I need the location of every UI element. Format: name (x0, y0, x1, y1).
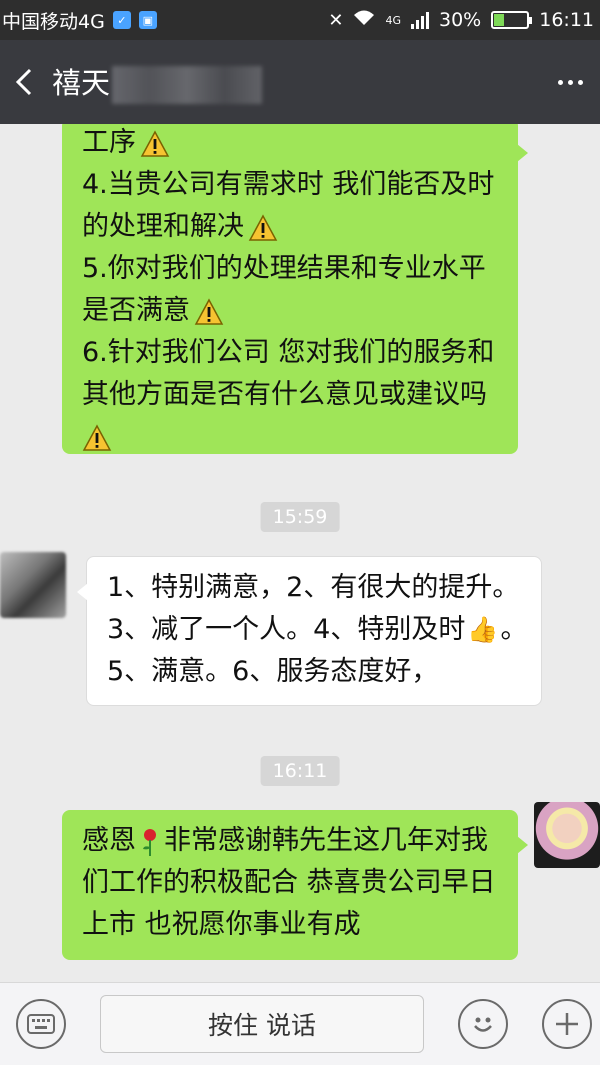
thumbs-up-icon: 👍 (467, 615, 499, 644)
shield-icon: ✓ (112, 11, 131, 29)
message-line: 5.你对我们的处理结果和专业水平 (82, 253, 486, 284)
message-line: 上市 也祝愿你事业有成 (82, 909, 361, 940)
message-line: 1、特别满意，2、有很大的提升。 (107, 572, 520, 603)
chat-title: 禧天 (52, 60, 263, 104)
wifi-icon (353, 9, 375, 32)
message-line: 5、满意。6、服务态度好， (107, 656, 439, 687)
message-line: 其他方面是否有什么意见或建议吗 (82, 379, 487, 410)
mute-icon: ✕ (328, 9, 344, 31)
hold-to-talk-button[interactable]: 按住 说话 (100, 995, 424, 1053)
message-bubble-outgoing[interactable]: 感恩 非常感谢韩先生这几年对我 们工作的积极配合 恭喜贵公司早日 上市 也祝愿你事… (62, 810, 528, 960)
back-arrow-icon[interactable] (4, 40, 44, 124)
message-line (82, 416, 498, 458)
message-line: 感恩 非常感谢韩先生这几年对我 (82, 825, 488, 856)
title-redaction (112, 66, 263, 104)
message-bubble-incoming[interactable]: 1、特别满意，2、有很大的提升。 3、减了一个人。4、特别及时👍。 5、满意。6… (77, 556, 542, 706)
warning-icon (194, 297, 224, 325)
network-label: 4G (385, 13, 401, 27)
message-line: 是否满意 (82, 290, 498, 332)
clock: 16:11 (539, 9, 594, 31)
battery-icon (491, 11, 533, 29)
contact-avatar[interactable] (0, 552, 66, 618)
emoji-icon[interactable] (458, 999, 508, 1049)
more-dots-icon[interactable] (540, 40, 600, 124)
battery-percent: 30% (439, 9, 482, 31)
user-avatar[interactable] (534, 802, 600, 868)
chat-area[interactable]: 工序 4.当贵公司有需求时 我们能否及时 的处理和解决 5.你对我们的处理结果和… (0, 124, 600, 982)
timestamp: 16:11 (260, 756, 340, 786)
rose-icon (143, 828, 156, 856)
carrier-label: 中国移动4G (2, 10, 105, 33)
plus-icon[interactable] (542, 999, 592, 1049)
message-line: 工序 (82, 124, 498, 164)
warning-icon (248, 213, 278, 241)
warning-icon (82, 423, 112, 451)
warning-icon (140, 129, 170, 157)
message-line: 的处理和解决 (82, 206, 498, 248)
message-line: 6.针对我们公司 您对我们的服务和 (82, 337, 495, 368)
message-line: 们工作的积极配合 恭喜贵公司早日 (82, 867, 496, 898)
message-line: 4.当贵公司有需求时 我们能否及时 (82, 169, 495, 200)
status-bar: 中国移动4G ✓ ▣ ✕ 4G 30% 16:11 (0, 0, 600, 40)
chat-header: 禧天 (0, 40, 600, 124)
signal-icon (411, 11, 429, 29)
message-bubble-outgoing[interactable]: 工序 4.当贵公司有需求时 我们能否及时 的处理和解决 5.你对我们的处理结果和… (62, 124, 528, 454)
input-bar: 按住 说话 (0, 982, 600, 1065)
message-line: 3、减了一个人。4、特别及时👍。 (107, 609, 528, 651)
keyboard-icon[interactable] (16, 999, 66, 1049)
timestamp: 15:59 (260, 502, 340, 532)
gallery-icon: ▣ (138, 11, 157, 29)
